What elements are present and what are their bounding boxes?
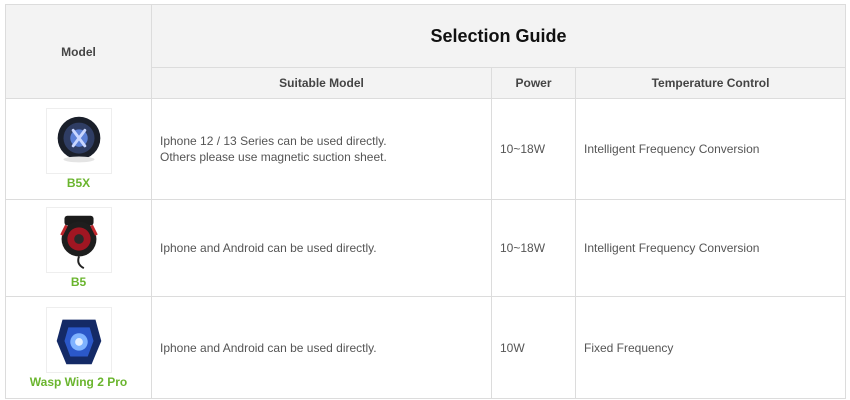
suitable-model-header: Suitable Model [151, 67, 492, 99]
model-name: B5X [66, 176, 91, 190]
magnetic-cooler-round-image[interactable] [45, 108, 112, 174]
temperature-control-cell: Fixed Frequency [574, 296, 847, 399]
clip-cooler-red-image[interactable] [45, 207, 112, 273]
model-name: B5 [70, 275, 87, 289]
table-title: Selection Guide [150, 4, 847, 68]
power-header: Power [491, 67, 576, 99]
suitable-model-cell: Iphone and Android can be used directly. [151, 296, 492, 399]
model-cell: B5X [5, 98, 152, 200]
power-cell: 10~18W [491, 199, 576, 297]
model-header: Model [5, 4, 152, 99]
model-cell: B5 [5, 199, 152, 297]
power-cell: 10~18W [491, 98, 576, 200]
temperature-control-header: Temperature Control [574, 67, 847, 99]
selection-guide-table: Model Selection Guide Suitable Model Pow… [5, 4, 847, 399]
temperature-control-cell: Intelligent Frequency Conversion [574, 98, 847, 200]
suitable-model-cell: Iphone 12 / 13 Series can be used direct… [151, 98, 492, 200]
model-cell: Wasp Wing 2 Pro [5, 296, 152, 399]
power-cell: 10W [491, 296, 576, 399]
model-name: Wasp Wing 2 Pro [29, 374, 128, 389]
table-row: Wasp Wing 2 Pro Iphone and Android can b… [5, 296, 847, 399]
wasp-cooler-blue-image[interactable] [45, 306, 112, 373]
suitable-model-cell: Iphone and Android can be used directly. [151, 199, 492, 297]
temperature-control-cell: Intelligent Frequency Conversion [574, 199, 847, 297]
table-row: B5X Iphone 12 / 13 Series can be used di… [5, 98, 847, 200]
table-row: B5 Iphone and Android can be used direct… [5, 199, 847, 297]
